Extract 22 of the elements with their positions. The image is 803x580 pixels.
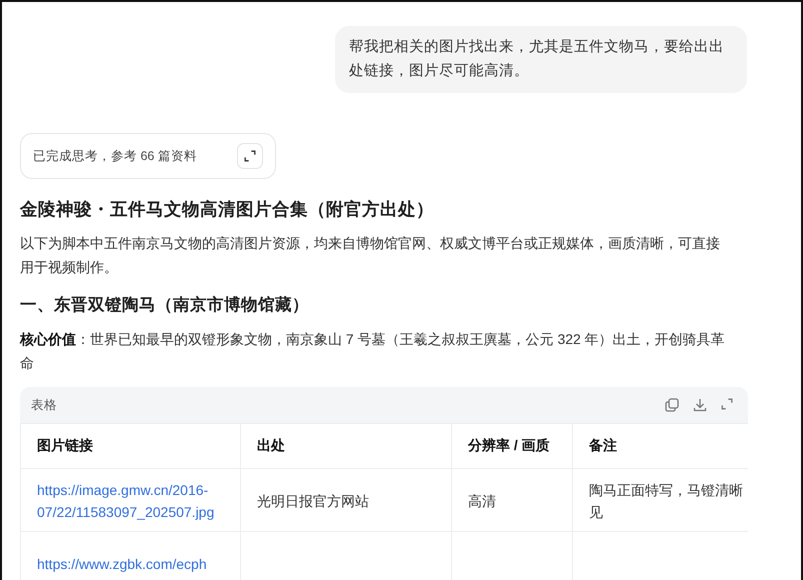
column-header: 备注 — [572, 424, 748, 469]
section-heading: 一、东晋双镫陶马（南京市博物馆藏） — [20, 294, 310, 316]
thinking-summary: 已完成思考，参考 66 篇资料 — [33, 148, 197, 165]
table-label: 表格 — [31, 396, 57, 414]
table-cell-text: 见 — [589, 503, 604, 522]
copy-icon — [664, 397, 680, 414]
download-button[interactable] — [692, 397, 708, 414]
table-cell-text: 光明日报官方网站 — [257, 492, 370, 512]
column-header: 分辨率 / 画质 — [452, 424, 572, 469]
expand-icon — [720, 397, 734, 412]
expand-button[interactable] — [237, 143, 263, 170]
column-header: 出处 — [240, 424, 452, 469]
answer-title: 金陵神骏・五件马文物高清图片合集（附官方出处） — [20, 198, 435, 222]
copy-button[interactable] — [664, 397, 680, 414]
table-cell-text: 高清 — [468, 492, 497, 512]
expand-icon — [243, 149, 257, 164]
user-message: 帮我把相关的图片找出来，尤其是五件文物马，要给出出处链接，图片尽可能高清。 — [335, 26, 747, 93]
column-header: 图片链接 — [20, 424, 240, 469]
core-value-paragraph: 核心价值：世界已知最早的双镫形象文物，南京象山 7 号墓（王羲之叔叔王廙墓，公元 322 年）出土，开创骑具革命 — [20, 330, 726, 374]
download-icon — [692, 397, 708, 414]
table-cell-text: 陶马正面特写，马镫清晰 — [589, 481, 744, 500]
intro-paragraph: 以下为脚本中五件南京马文物的高清图片资源，均来自博物馆官网、权威文博平台或正规媒体，画质清晰，可直接用于视频制作。 — [20, 234, 721, 278]
